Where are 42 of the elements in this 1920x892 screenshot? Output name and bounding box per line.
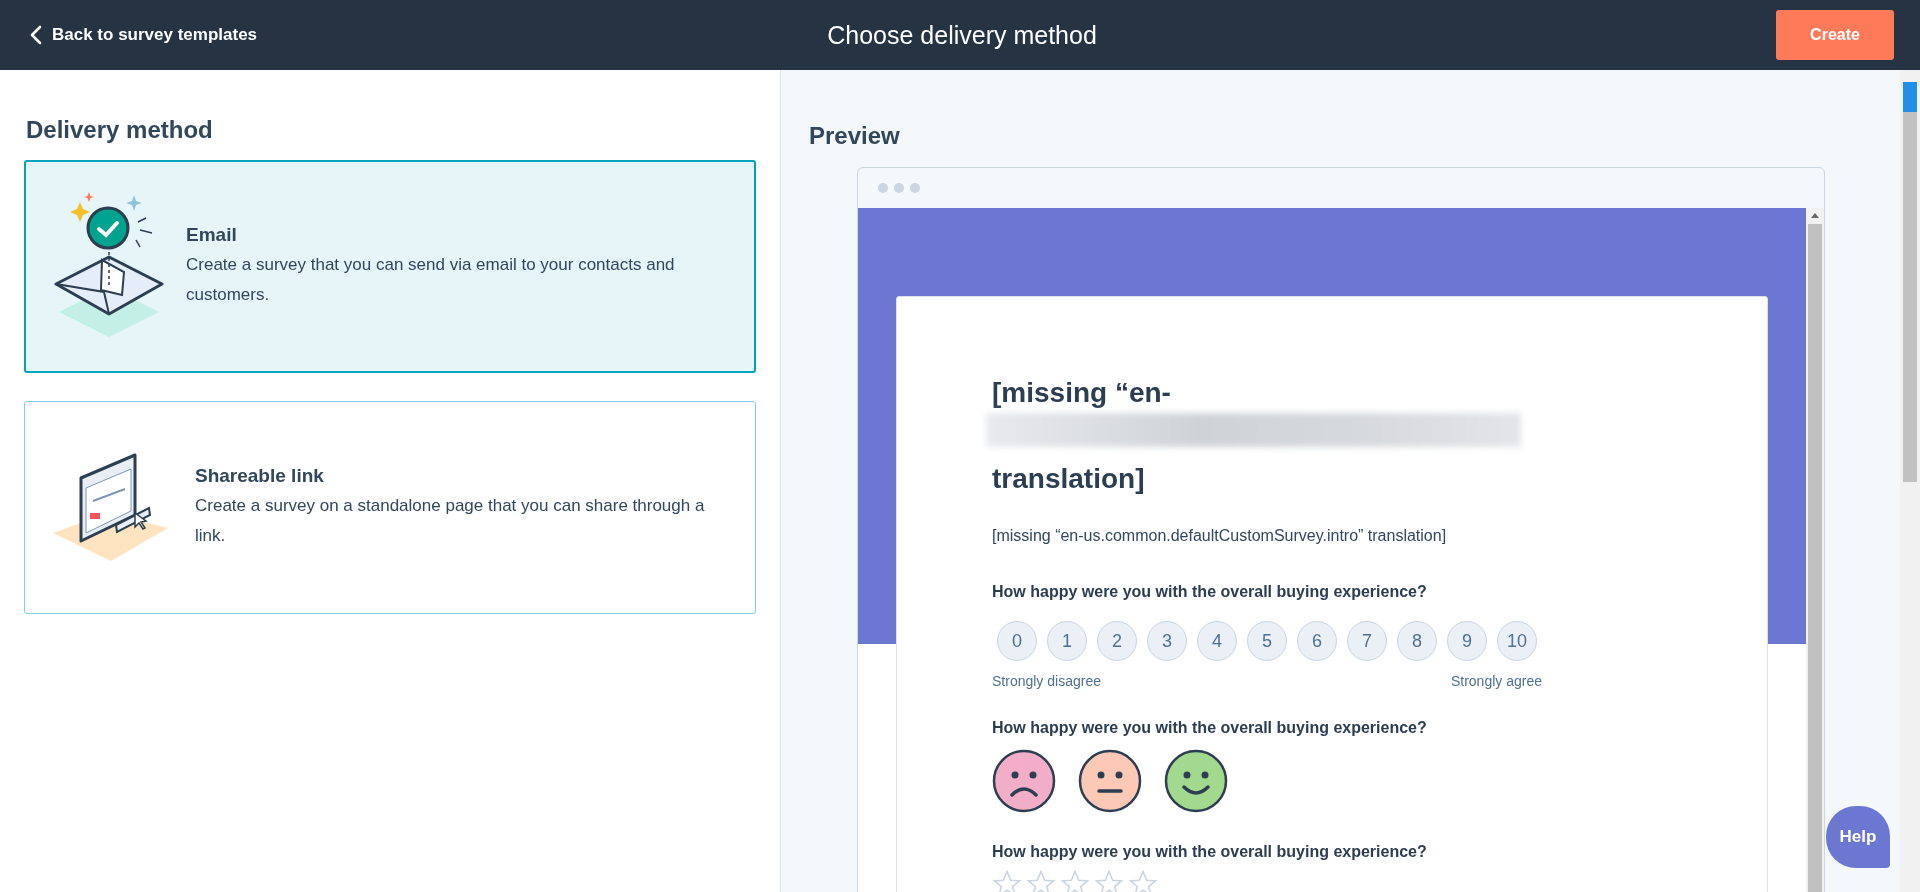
scale-label: Strongly agree [1450, 673, 1542, 689]
scale-option[interactable]: 2 [1097, 621, 1137, 661]
sad-face-icon[interactable] [992, 749, 1056, 813]
scale-option[interactable]: 6 [1297, 621, 1337, 661]
delivery-option-card[interactable]: Shareable link Create a survey on a standalone page that you can share through a link. [24, 401, 756, 614]
survey-title: [missing “en- [992, 376, 1172, 410]
question-text: How happy were you with the overall buying experience? [992, 719, 1428, 737]
question-text: How happy were you with the overall buying experience? [992, 583, 1428, 601]
chevron-left-icon [30, 25, 42, 45]
section-heading: Preview [809, 122, 901, 150]
survey-intro: [missing “en-us.common.defaultCustomSurvey.intro” translation] [992, 527, 1448, 545]
scale-label: Strongly disagree [992, 673, 1101, 689]
scale-option[interactable]: 3 [1147, 621, 1187, 661]
option-title: Shareable link [195, 464, 325, 487]
neutral-face-icon[interactable] [1078, 749, 1142, 813]
option-description: Create a survey that you can send via email to your contacts and customers. [186, 253, 676, 306]
scale-option[interactable]: 8 [1397, 621, 1437, 661]
option-title: Email [186, 223, 238, 246]
scrollbar[interactable] [1806, 208, 1824, 892]
scale-option[interactable]: 9 [1447, 621, 1487, 661]
page-title: Choose delivery method [827, 20, 1097, 50]
star-icon[interactable] [1128, 869, 1158, 892]
scrollbar[interactable] [1900, 70, 1920, 892]
delivery-option-card[interactable]: Email Create a survey that you can send via email to your contacts and customers. [24, 160, 756, 373]
scale-option[interactable]: 5 [1247, 621, 1287, 661]
back-link[interactable]: Back to survey templates [30, 25, 258, 45]
scale-option[interactable]: 7 [1347, 621, 1387, 661]
star-icon[interactable] [1060, 869, 1090, 892]
help-button[interactable]: Help [1826, 806, 1890, 868]
create-button[interactable]: Create [1776, 10, 1894, 60]
scale-option[interactable]: 4 [1197, 621, 1237, 661]
star-icon[interactable] [1094, 869, 1124, 892]
survey-title: translation] [992, 462, 1146, 496]
scale-option[interactable]: 0 [997, 621, 1037, 661]
scale-option[interactable]: 1 [1047, 621, 1087, 661]
star-icon[interactable] [992, 869, 1022, 892]
question-text: How happy were you with the overall buying experience? [992, 843, 1428, 861]
scale-option[interactable]: 10 [1497, 621, 1537, 661]
star-icon[interactable] [1026, 869, 1056, 892]
happy-face-icon[interactable] [1164, 749, 1228, 813]
section-heading: Delivery method [26, 116, 214, 144]
option-description: Create a survey on a standalone page that you can share through a link. [195, 494, 706, 547]
